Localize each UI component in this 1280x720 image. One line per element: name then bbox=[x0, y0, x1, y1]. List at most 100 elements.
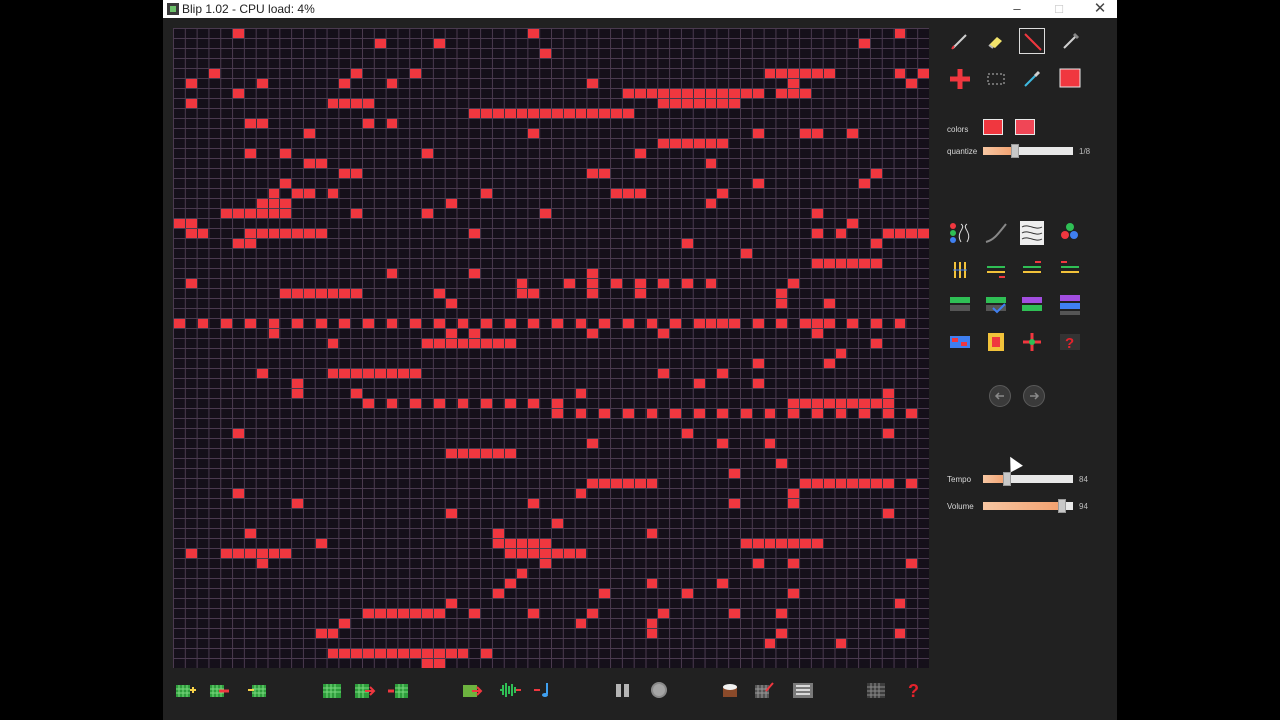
note-cell[interactable] bbox=[540, 539, 551, 548]
note-cell[interactable] bbox=[705, 279, 717, 288]
note-cell[interactable] bbox=[575, 409, 587, 418]
note-cell[interactable] bbox=[634, 89, 646, 98]
note-cell[interactable] bbox=[658, 99, 670, 108]
note-cell[interactable] bbox=[776, 319, 788, 328]
note-cell[interactable] bbox=[303, 289, 315, 298]
note-cell[interactable] bbox=[776, 459, 788, 468]
note-cell[interactable] bbox=[516, 549, 528, 558]
note-cell[interactable] bbox=[469, 339, 481, 348]
note-cell[interactable] bbox=[587, 79, 599, 88]
note-cell[interactable] bbox=[847, 219, 859, 228]
note-cell[interactable] bbox=[363, 119, 374, 128]
note-cell[interactable] bbox=[729, 609, 740, 618]
note-cell[interactable] bbox=[433, 339, 445, 348]
note-cell[interactable] bbox=[752, 89, 764, 98]
note-cell[interactable] bbox=[776, 299, 788, 308]
note-cell[interactable] bbox=[185, 219, 197, 228]
note-cell[interactable] bbox=[197, 319, 209, 328]
note-cell[interactable] bbox=[563, 279, 575, 288]
note-cell[interactable] bbox=[244, 549, 256, 558]
note-cell[interactable] bbox=[303, 189, 315, 198]
note-cell[interactable] bbox=[670, 139, 681, 148]
note-cell[interactable] bbox=[646, 529, 658, 538]
note-cell[interactable] bbox=[422, 649, 433, 658]
note-cell[interactable] bbox=[847, 319, 859, 328]
note-cell[interactable] bbox=[776, 289, 788, 298]
note-cell[interactable] bbox=[823, 69, 835, 78]
note-cell[interactable] bbox=[776, 609, 788, 618]
note-cell[interactable] bbox=[398, 369, 410, 378]
note-cell[interactable] bbox=[788, 279, 800, 288]
note-cell[interactable] bbox=[504, 339, 516, 348]
note-cell[interactable] bbox=[292, 389, 303, 398]
note-cell[interactable] bbox=[634, 289, 646, 298]
note-cell[interactable] bbox=[185, 99, 197, 108]
sequencer-grid[interactable] bbox=[173, 28, 929, 668]
note-cell[interactable] bbox=[433, 319, 445, 328]
blocks-tool-1[interactable] bbox=[947, 292, 973, 318]
note-cell[interactable] bbox=[457, 319, 469, 328]
volume-slider[interactable] bbox=[983, 499, 1073, 513]
note-cell[interactable] bbox=[587, 329, 599, 338]
grid-pencil-icon[interactable] bbox=[753, 681, 775, 699]
note-cell[interactable] bbox=[339, 79, 351, 88]
note-cell[interactable] bbox=[634, 149, 646, 158]
close-button[interactable]: ✕ bbox=[1080, 0, 1117, 18]
note-cell[interactable] bbox=[481, 399, 492, 408]
note-cell[interactable] bbox=[469, 109, 481, 118]
note-cell[interactable] bbox=[552, 319, 563, 328]
note-cell[interactable] bbox=[457, 399, 469, 408]
note-cell[interactable] bbox=[800, 69, 811, 78]
note-cell[interactable] bbox=[882, 509, 894, 518]
pattern-red-icon[interactable] bbox=[387, 681, 409, 699]
note-cell[interactable] bbox=[185, 279, 197, 288]
note-cell[interactable] bbox=[811, 329, 823, 338]
note-cell[interactable] bbox=[859, 259, 870, 268]
note-cell[interactable] bbox=[256, 119, 268, 128]
note-cell[interactable] bbox=[681, 99, 693, 108]
note-cell[interactable] bbox=[256, 549, 268, 558]
note-cell[interactable] bbox=[315, 629, 327, 638]
note-cell[interactable] bbox=[433, 609, 445, 618]
note-cell[interactable] bbox=[339, 169, 351, 178]
quantize-slider-thumb[interactable] bbox=[1010, 144, 1019, 158]
note-cell[interactable] bbox=[528, 499, 540, 508]
note-cell[interactable] bbox=[528, 319, 540, 328]
note-cell[interactable] bbox=[386, 369, 398, 378]
note-cell[interactable] bbox=[422, 209, 433, 218]
note-cell[interactable] bbox=[351, 69, 362, 78]
note-cell[interactable] bbox=[457, 339, 469, 348]
bars-horizontal-tool[interactable] bbox=[983, 257, 1009, 283]
note-cell[interactable] bbox=[587, 109, 599, 118]
note-cell[interactable] bbox=[717, 89, 729, 98]
note-cell[interactable] bbox=[800, 479, 811, 488]
color-swatch-2[interactable] bbox=[1015, 119, 1035, 135]
note-cell[interactable] bbox=[339, 319, 351, 328]
note-cell[interactable] bbox=[705, 159, 717, 168]
note-cell[interactable] bbox=[894, 229, 906, 238]
note-cell[interactable] bbox=[882, 429, 894, 438]
quantize-slider[interactable] bbox=[983, 144, 1073, 158]
note-cell[interactable] bbox=[705, 99, 717, 108]
note-cell[interactable] bbox=[847, 479, 859, 488]
note-cell[interactable] bbox=[859, 409, 870, 418]
grid-icon[interactable] bbox=[865, 681, 887, 699]
note-cell[interactable] bbox=[351, 369, 362, 378]
note-cell[interactable] bbox=[788, 499, 800, 508]
note-cell[interactable] bbox=[811, 209, 823, 218]
pattern-green-icon[interactable] bbox=[321, 681, 343, 699]
note-cell[interactable] bbox=[469, 329, 481, 338]
note-cell[interactable] bbox=[906, 409, 918, 418]
note-cell[interactable] bbox=[244, 319, 256, 328]
note-cell[interactable] bbox=[268, 199, 280, 208]
note-cell[interactable] bbox=[457, 449, 469, 458]
note-cell[interactable] bbox=[280, 549, 292, 558]
note-cell[interactable] bbox=[646, 629, 658, 638]
note-cell[interactable] bbox=[315, 159, 327, 168]
note-cell[interactable] bbox=[823, 319, 835, 328]
note-cell[interactable] bbox=[256, 79, 268, 88]
note-cell[interactable] bbox=[741, 249, 752, 258]
bars-offset-tool[interactable] bbox=[1057, 257, 1083, 283]
note-cell[interactable] bbox=[870, 479, 882, 488]
note-cell[interactable] bbox=[741, 539, 752, 548]
